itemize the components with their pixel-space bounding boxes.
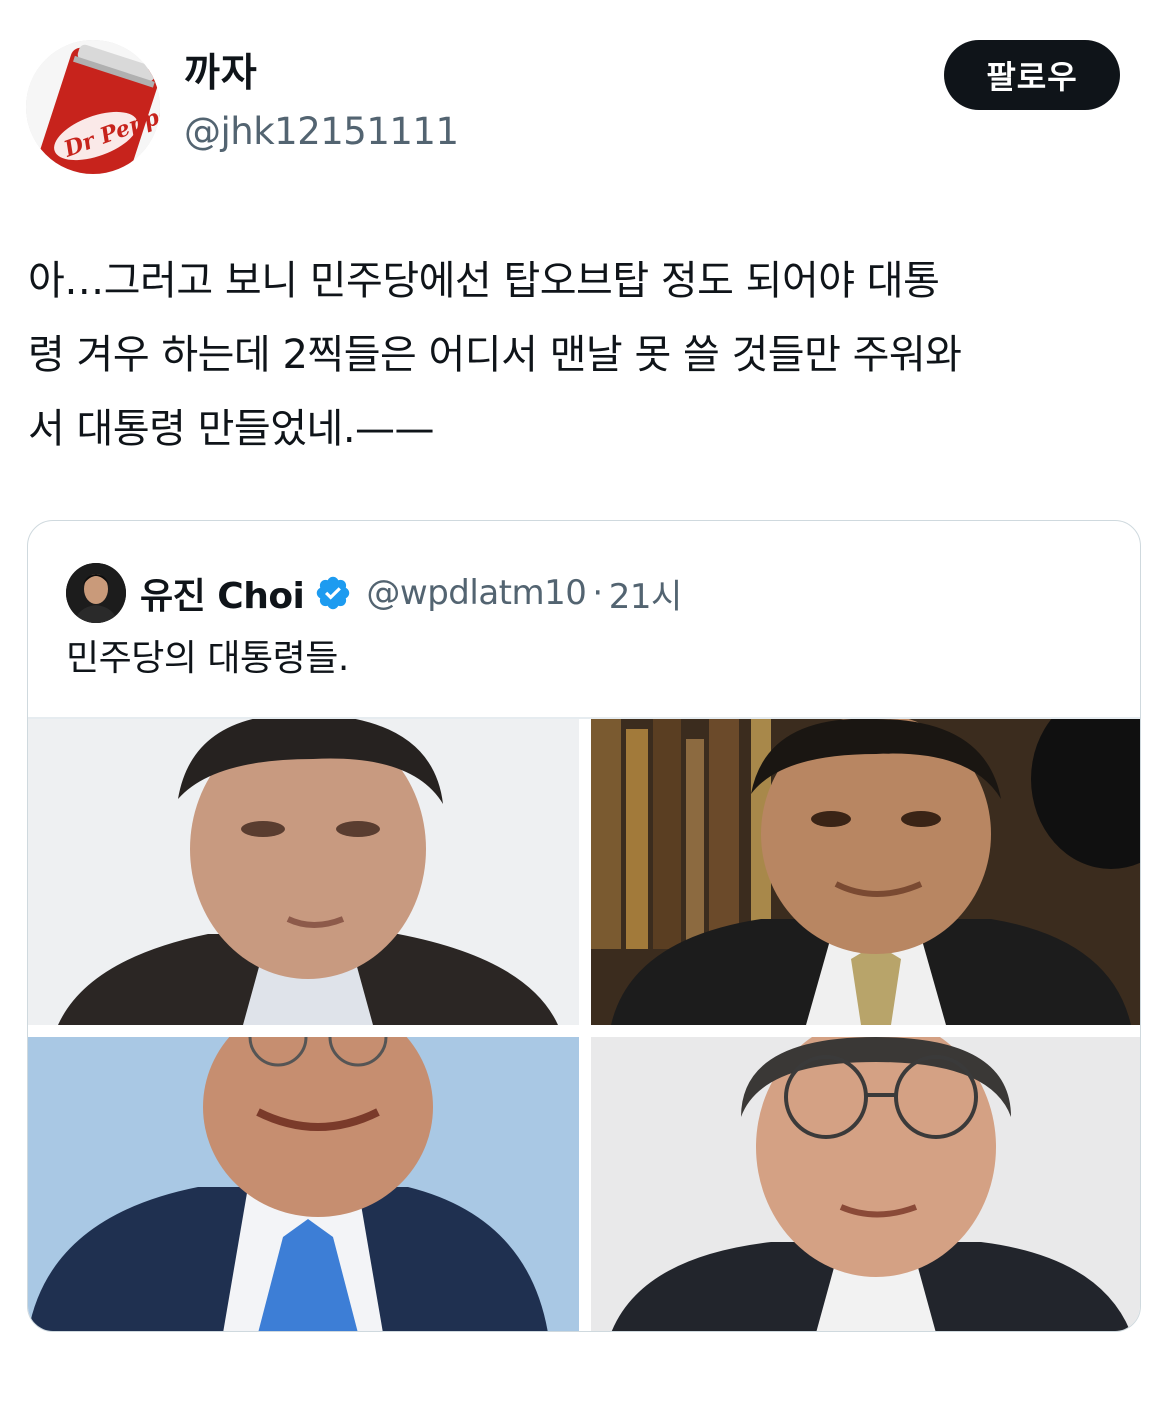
portrait-photo-4[interactable]	[591, 1037, 1140, 1331]
quoted-tweet-card[interactable]: 유진 Choi @wpdlatm10 · 21시 민주당의 대통령들.	[27, 520, 1141, 1332]
author-display-name[interactable]: 까자	[184, 50, 258, 98]
portrait-image-icon	[591, 1037, 1140, 1331]
header-separator: ·	[592, 573, 603, 613]
follow-button[interactable]: 팔로우	[944, 40, 1120, 110]
quoted-tweet-header: 유진 Choi @wpdlatm10 · 21시	[140, 563, 682, 623]
portrait-image-icon	[28, 1037, 579, 1331]
portrait-photo-3[interactable]	[28, 1037, 579, 1331]
quoted-author-avatar[interactable]	[66, 563, 126, 623]
author-avatar[interactable]: Dr Pepper	[26, 40, 160, 174]
portrait-image-icon	[591, 719, 1140, 1025]
quoted-display-name[interactable]: 유진 Choi	[140, 567, 305, 619]
soda-can-avatar: Dr Pepper	[26, 40, 160, 174]
quoted-tweet-text: 민주당의 대통령들.	[66, 638, 349, 679]
portrait-photo-1[interactable]	[28, 719, 579, 1025]
portrait-avatar-icon	[66, 563, 126, 623]
portrait-photo-2[interactable]	[591, 719, 1140, 1025]
verified-badge-icon	[317, 576, 350, 610]
quoted-timestamp[interactable]: 21시	[609, 569, 683, 618]
quoted-handle[interactable]: @wpdlatm10	[366, 573, 586, 613]
tweet-text: 아…그러고 보니 민주당에선 탑오브탑 정도 되어야 대통 령 겨우 하는데 2…	[28, 258, 962, 452]
portrait-image-icon	[28, 719, 579, 1025]
author-handle[interactable]: @jhk12151111	[184, 108, 459, 156]
